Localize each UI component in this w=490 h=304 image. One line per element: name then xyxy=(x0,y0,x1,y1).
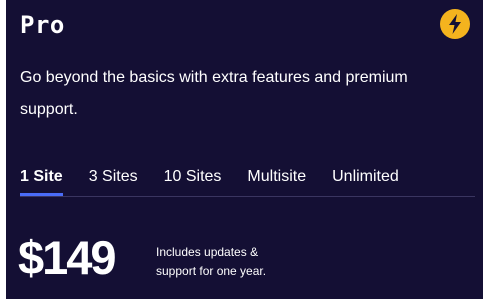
price-note-line-1: Includes updates & xyxy=(156,245,259,259)
price-note: Includes updates & support for one year. xyxy=(156,243,326,281)
pricing-card: Pro Go beyond the basics with extra feat… xyxy=(6,0,483,299)
tab-10-sites[interactable]: 10 Sites xyxy=(164,167,222,196)
plan-description: Go beyond the basics with extra features… xyxy=(20,69,408,118)
price-amount: $149 xyxy=(18,231,117,284)
tab-3-sites[interactable]: 3 Sites xyxy=(89,167,138,196)
price-note-line-2: support for one year. xyxy=(156,264,267,278)
tab-unlimited[interactable]: Unlimited xyxy=(332,167,399,196)
site-count-tabs: 1 Site 3 Sites 10 Sites Multisite Unlimi… xyxy=(20,167,475,199)
lightning-bolt-icon xyxy=(440,9,470,39)
tab-multisite[interactable]: Multisite xyxy=(247,167,306,196)
plan-title: Pro xyxy=(20,11,65,39)
tabs-divider xyxy=(20,196,475,197)
tab-1-site[interactable]: 1 Site xyxy=(20,167,63,196)
